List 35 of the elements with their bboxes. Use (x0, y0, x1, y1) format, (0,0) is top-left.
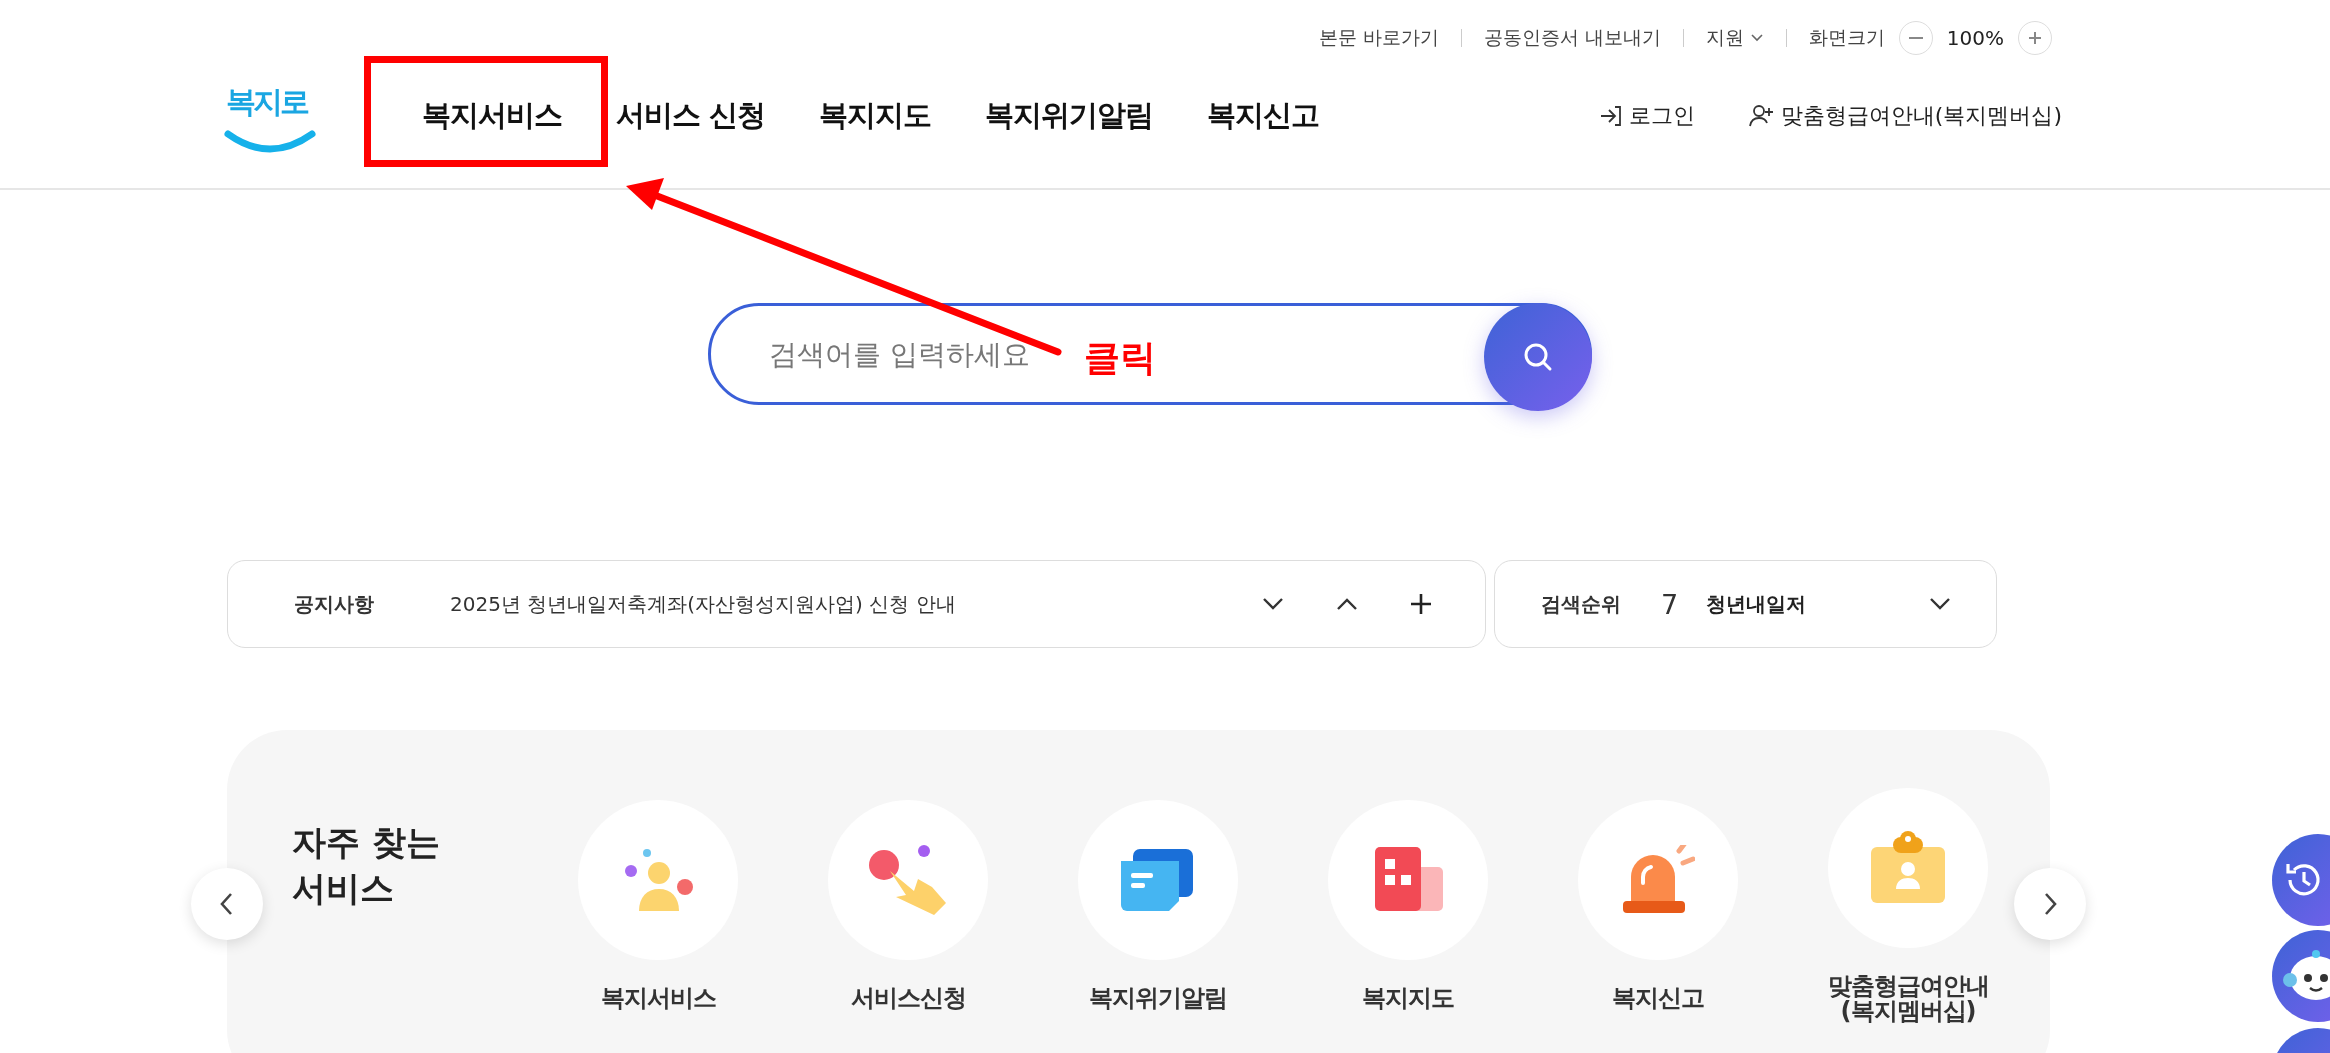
minus-icon (1908, 37, 1923, 39)
nav-link[interactable]: 복지서비스 (422, 96, 562, 136)
caret-icon (1749, 33, 1764, 43)
plus-icon (2027, 30, 2043, 46)
chevron-up-icon[interactable] (1335, 596, 1359, 612)
login-link[interactable]: 로그인 (1628, 101, 1695, 131)
nav-link[interactable]: 서비스 신청 (616, 96, 766, 136)
zoom-out-button[interactable] (1898, 21, 1933, 55)
zoom-value: 100% (1946, 26, 2004, 50)
id-badge-icon (1871, 831, 1945, 905)
annotation-label: 클릭 (1084, 336, 1156, 380)
nav-link[interactable]: 복지지도 (819, 96, 932, 136)
nav-link[interactable]: 복지신고 (1207, 96, 1320, 136)
utility-link[interactable]: 본문 바로가기 (1318, 25, 1439, 51)
add-user-icon (1748, 104, 1775, 128)
siren-icon (1621, 845, 1695, 915)
zoom-label: 화면크기 (1808, 25, 1885, 50)
login-icon (1598, 104, 1623, 128)
plus-icon[interactable] (1409, 592, 1433, 616)
section-title: 자주 찾는 서비스 (292, 821, 441, 910)
chevron-down-icon[interactable] (1928, 596, 1952, 612)
ranking-label: 검색순위 (1541, 590, 1621, 618)
chevron-down-icon[interactable] (1261, 596, 1285, 612)
search-button[interactable] (1484, 303, 1592, 411)
zoom-in-button[interactable] (2018, 21, 2052, 55)
ranking-keyword[interactable]: 청년내일저 (1706, 590, 1807, 618)
notice-link[interactable]: 2025년 청년내일저축계좌(자산형성지원사업) 신청 안내 (450, 590, 1211, 618)
membership-link[interactable]: 맞춤형급여안내(복지멤버십) (1780, 101, 2062, 131)
utility-link[interactable]: 공동인증서 내보내기 (1483, 25, 1661, 51)
message-icon (1121, 849, 1195, 911)
utility-link[interactable]: 지원 (1705, 25, 1764, 51)
rank-number: 7 (1661, 588, 1679, 620)
nav-link[interactable]: 복지위기알림 (985, 96, 1154, 136)
search-input[interactable]: 검색어를 입력하세요 (767, 336, 1061, 372)
notice-label: 공지사항 (294, 590, 374, 618)
